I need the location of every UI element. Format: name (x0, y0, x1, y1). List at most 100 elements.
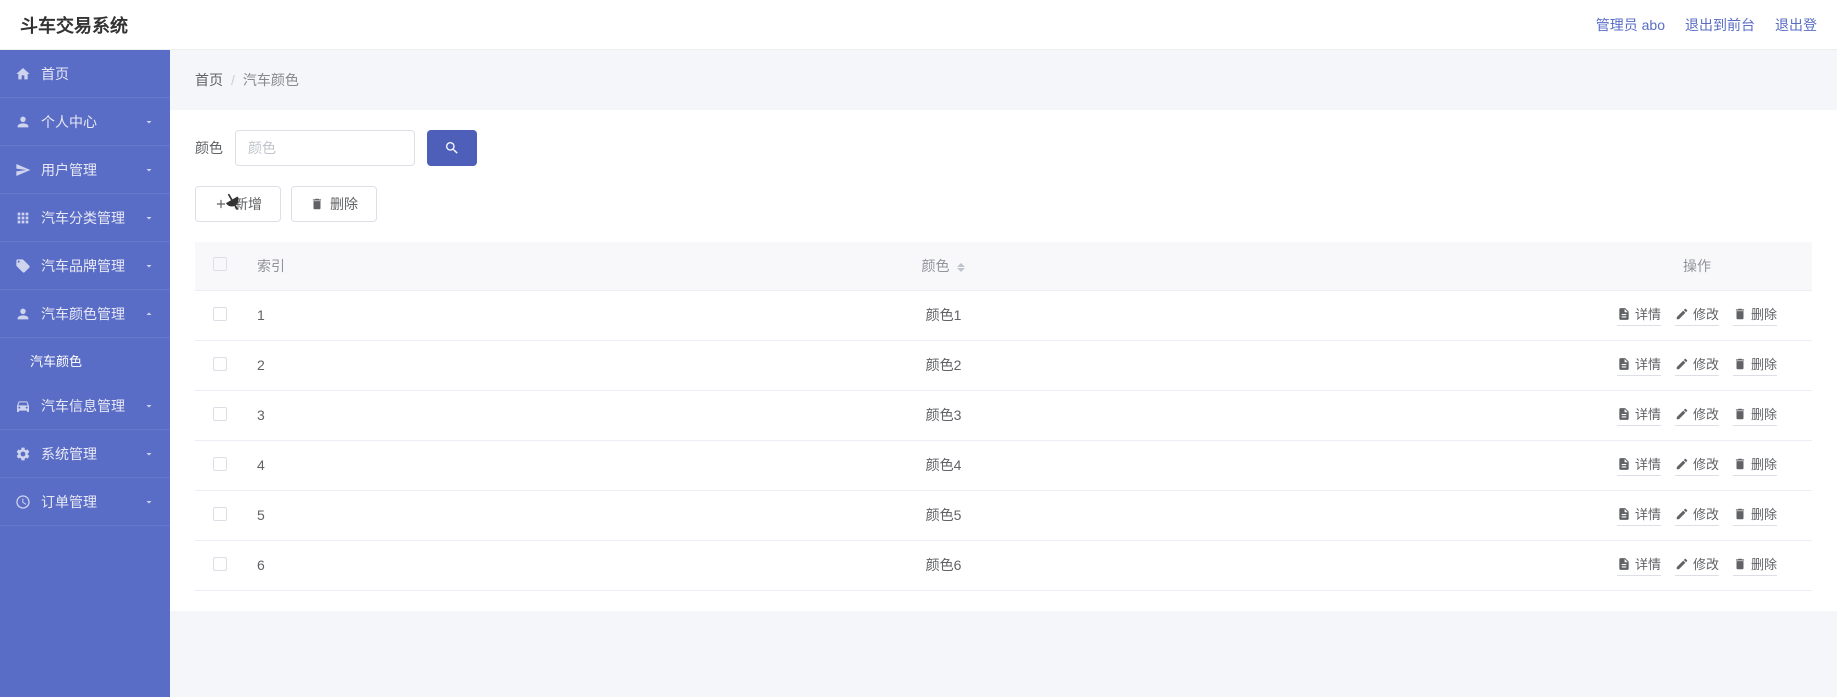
trash-icon (1733, 407, 1747, 421)
sidebar-sub-item[interactable]: 汽车颜色 (0, 338, 170, 382)
sidebar-item[interactable]: 系统管理 (0, 430, 170, 478)
header-actions: 操作 (1582, 242, 1812, 290)
edit-icon (1675, 557, 1689, 571)
sidebar-item[interactable]: 个人中心 (0, 98, 170, 146)
cell-color: 颜色1 (305, 290, 1582, 340)
detail-button[interactable]: 详情 (1617, 354, 1661, 376)
sidebar-item[interactable]: 汽车信息管理 (0, 382, 170, 430)
table-row: 1 颜色1 详情 修改 删除 (195, 290, 1812, 340)
search-label: 颜色 (195, 138, 223, 158)
cell-color: 颜色4 (305, 440, 1582, 490)
row-checkbox[interactable] (213, 557, 227, 571)
cell-index: 2 (245, 340, 305, 390)
search-icon (444, 140, 460, 156)
cell-color: 颜色6 (305, 540, 1582, 590)
cell-index: 4 (245, 440, 305, 490)
delete-row-button[interactable]: 删除 (1733, 504, 1777, 526)
delete-row-button[interactable]: 删除 (1733, 454, 1777, 476)
sidebar-item-label: 汽车信息管理 (41, 396, 143, 416)
search-input[interactable] (235, 130, 415, 166)
data-table: 索引 颜色 操作 1 颜色1 详情 修改 删除 (195, 242, 1812, 591)
search-button[interactable] (427, 130, 477, 166)
sidebar-item[interactable]: 首页 (0, 50, 170, 98)
sidebar-item-label: 汽车分类管理 (41, 208, 143, 228)
breadcrumb-item[interactable]: 首页 (195, 70, 223, 90)
detail-button[interactable]: 详情 (1617, 304, 1661, 326)
edit-icon (1675, 457, 1689, 471)
add-button-label: 新增 (234, 194, 262, 214)
car-icon (15, 398, 31, 414)
settings-icon (15, 446, 31, 462)
edit-icon (1675, 357, 1689, 371)
header-right: 管理员 abo 退出到前台 退出登 (1596, 15, 1817, 35)
edit-button[interactable]: 修改 (1675, 404, 1719, 426)
tag-icon (15, 258, 31, 274)
detail-button[interactable]: 详情 (1617, 504, 1661, 526)
sidebar-item[interactable]: 用户管理 (0, 146, 170, 194)
doc-icon (1617, 507, 1631, 521)
plus-icon (214, 197, 228, 211)
content-card: 颜色 新增 删除 (170, 110, 1837, 611)
row-checkbox[interactable] (213, 457, 227, 471)
sidebar-item-label: 个人中心 (41, 112, 143, 132)
delete-row-button[interactable]: 删除 (1733, 404, 1777, 426)
delete-row-button[interactable]: 删除 (1733, 354, 1777, 376)
delete-button[interactable]: 删除 (291, 186, 377, 222)
select-all-checkbox[interactable] (213, 257, 227, 271)
sidebar-item[interactable]: 订单管理 (0, 478, 170, 526)
chevron-down-icon (143, 400, 155, 412)
cell-color: 颜色2 (305, 340, 1582, 390)
detail-button[interactable]: 详情 (1617, 554, 1661, 576)
chevron-down-icon (143, 164, 155, 176)
row-checkbox[interactable] (213, 307, 227, 321)
breadcrumb-separator: / (231, 72, 235, 88)
row-checkbox[interactable] (213, 507, 227, 521)
logout-front-link[interactable]: 退出到前台 (1685, 15, 1755, 35)
delete-row-button[interactable]: 删除 (1733, 304, 1777, 326)
detail-button[interactable]: 详情 (1617, 404, 1661, 426)
trash-icon (1733, 507, 1747, 521)
sidebar-item[interactable]: 汽车颜色管理 (0, 290, 170, 338)
action-row: 新增 删除 (195, 186, 1812, 222)
chevron-down-icon (143, 260, 155, 272)
chevron-down-icon (143, 212, 155, 224)
grid-icon (15, 210, 31, 226)
sidebar-item-label: 汽车品牌管理 (41, 256, 143, 276)
sidebar-item-label: 汽车颜色管理 (41, 304, 143, 324)
logout-link[interactable]: 退出登 (1775, 15, 1817, 35)
delete-button-label: 删除 (330, 194, 358, 214)
sidebar-item[interactable]: 汽车品牌管理 (0, 242, 170, 290)
sidebar: 首页个人中心用户管理汽车分类管理汽车品牌管理汽车颜色管理汽车颜色汽车信息管理系统… (0, 50, 170, 697)
row-checkbox[interactable] (213, 407, 227, 421)
chevron-up-icon (143, 308, 155, 320)
cell-color: 颜色5 (305, 490, 1582, 540)
delete-row-button[interactable]: 删除 (1733, 554, 1777, 576)
add-button[interactable]: 新增 (195, 186, 281, 222)
edit-button[interactable]: 修改 (1675, 354, 1719, 376)
table-row: 4 颜色4 详情 修改 删除 (195, 440, 1812, 490)
trash-icon (1733, 357, 1747, 371)
row-checkbox[interactable] (213, 357, 227, 371)
cell-color: 颜色3 (305, 390, 1582, 440)
clock-icon (15, 494, 31, 510)
header-checkbox-cell (195, 242, 245, 290)
edit-button[interactable]: 修改 (1675, 554, 1719, 576)
chevron-down-icon (143, 496, 155, 508)
table-row: 2 颜色2 详情 修改 删除 (195, 340, 1812, 390)
edit-icon (1675, 407, 1689, 421)
trash-icon (1733, 457, 1747, 471)
doc-icon (1617, 357, 1631, 371)
sidebar-item[interactable]: 汽车分类管理 (0, 194, 170, 242)
edit-button[interactable]: 修改 (1675, 504, 1719, 526)
user-icon (15, 114, 31, 130)
edit-button[interactable]: 修改 (1675, 454, 1719, 476)
user-label[interactable]: 管理员 abo (1596, 15, 1665, 35)
breadcrumb-item: 汽车颜色 (243, 70, 299, 90)
header-color[interactable]: 颜色 (305, 242, 1582, 290)
detail-button[interactable]: 详情 (1617, 454, 1661, 476)
sidebar-item-label: 首页 (41, 64, 155, 84)
table-row: 6 颜色6 详情 修改 删除 (195, 540, 1812, 590)
doc-icon (1617, 407, 1631, 421)
edit-button[interactable]: 修改 (1675, 304, 1719, 326)
sidebar-item-label: 用户管理 (41, 160, 143, 180)
